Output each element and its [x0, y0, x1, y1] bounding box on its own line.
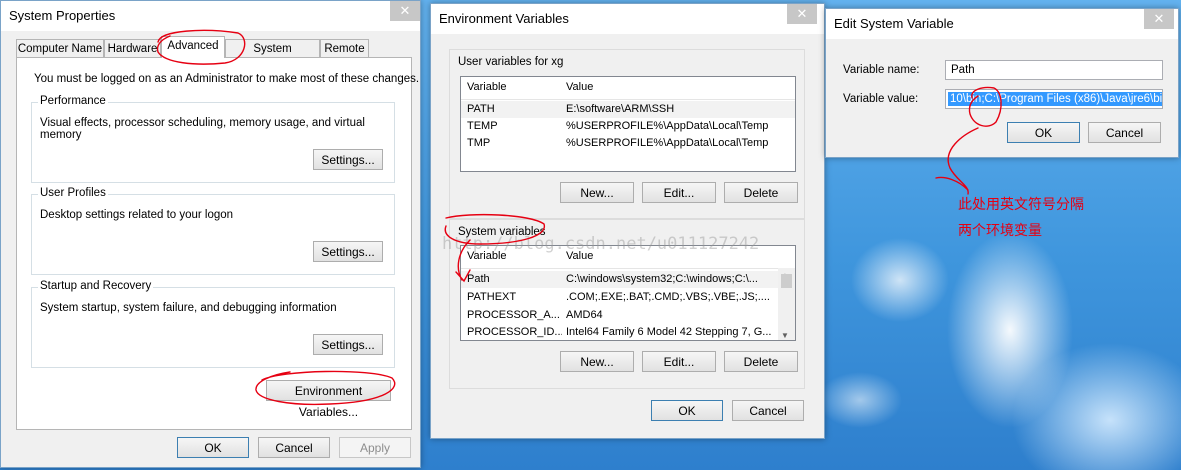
performance-settings-button[interactable]: Settings... — [313, 149, 383, 170]
system-properties-window: System Properties ✕ Computer Name Hardwa… — [0, 0, 421, 468]
apply-button[interactable]: Apply — [339, 437, 411, 458]
table-row[interactable]: TMP %USERPROFILE%\AppData\Local\Temp — [461, 135, 795, 152]
environment-variables-window: Environment Variables ✕ User variables f… — [430, 3, 825, 439]
tab-advanced[interactable]: Advanced — [161, 36, 225, 58]
variable-value: C:\windows\system32;C:\windows;C:\... — [566, 273, 758, 285]
window-title: System Properties — [9, 8, 116, 23]
startup-recovery-settings-button[interactable]: Settings... — [313, 334, 383, 355]
user-variables-group: User variables for xg Variable Value PAT… — [449, 49, 805, 219]
system-new-button[interactable]: New... — [560, 351, 634, 372]
title-bar: System Properties ✕ — [1, 1, 420, 31]
column-header-variable[interactable]: Variable — [467, 81, 507, 93]
variable-value-text: 10\bin;C:\Program Files (x86)\Java\jre6\… — [948, 92, 1162, 106]
variable-name: TEMP — [467, 120, 498, 132]
table-row[interactable]: PATH E:\software\ARM\SSH — [461, 101, 795, 118]
vertical-scrollbar[interactable]: ▲ ▼ — [778, 268, 795, 340]
user-delete-button[interactable]: Delete — [724, 182, 798, 203]
variable-value: .COM;.EXE;.BAT;.CMD;.VBS;.VBE;.JS;.... — [566, 291, 770, 303]
variable-name: TMP — [467, 137, 491, 149]
advanced-tab-panel: You must be logged on as an Administrato… — [16, 57, 419, 430]
user-profiles-settings-button[interactable]: Settings... — [313, 241, 383, 262]
title-bar: Environment Variables ✕ — [431, 4, 824, 34]
system-delete-button[interactable]: Delete — [724, 351, 798, 372]
window-body: Computer Name Hardware Advanced System P… — [1, 31, 420, 467]
window-title: Environment Variables — [439, 11, 569, 26]
variable-name: PROCESSOR_A... — [467, 309, 560, 321]
user-edit-button[interactable]: Edit... — [642, 182, 716, 203]
admin-notice: You must be logged on as an Administrato… — [34, 73, 420, 85]
variable-name: PROCESSOR_ID... — [467, 326, 562, 338]
close-button[interactable]: ✕ — [390, 1, 420, 21]
variable-value-field[interactable]: 10\bin;C:\Program Files (x86)\Java\jre6\… — [945, 89, 1163, 109]
variable-value: E:\software\ARM\SSH — [566, 103, 675, 115]
tab-hardware[interactable]: Hardware — [104, 39, 161, 57]
variable-value: AMD64 — [566, 309, 603, 321]
close-button[interactable]: ✕ — [787, 4, 817, 24]
performance-label: Performance — [38, 95, 108, 107]
tab-system-protection[interactable]: System Protection — [225, 39, 320, 73]
cancel-button[interactable]: Cancel — [258, 437, 330, 458]
scroll-thumb[interactable] — [781, 274, 792, 288]
list-header: Variable Value — [461, 77, 795, 100]
tab-computer-name[interactable]: Computer Name — [16, 39, 104, 57]
table-row[interactable]: PATHEXT .COM;.EXE;.BAT;.CMD;.VBS;.VBE;.J… — [461, 289, 795, 306]
title-bar: Edit System Variable ✕ — [826, 9, 1178, 39]
user-variables-list[interactable]: Variable Value PATH E:\software\ARM\SSH … — [460, 76, 796, 172]
ok-button[interactable]: OK — [1007, 122, 1080, 143]
environment-variables-button[interactable]: Environment Variables... — [266, 380, 391, 419]
variable-name: Path — [467, 273, 490, 285]
performance-description: Visual effects, processor scheduling, me… — [40, 117, 365, 141]
startup-recovery-group: Startup and Recovery System startup, sys… — [31, 280, 395, 368]
variable-value-label: Variable value: — [843, 93, 919, 105]
table-row[interactable]: Path C:\windows\system32;C:\windows;C:\.… — [461, 271, 795, 288]
variable-name-label: Variable name: — [843, 64, 920, 76]
performance-group: Performance Visual effects, processor sc… — [31, 95, 395, 183]
annotation-line-2: 两个环境变量 — [958, 222, 1042, 238]
variable-value: %USERPROFILE%\AppData\Local\Temp — [566, 120, 769, 132]
user-profiles-label: User Profiles — [38, 187, 108, 199]
user-new-button[interactable]: New... — [560, 182, 634, 203]
variable-value: %USERPROFILE%\AppData\Local\Temp — [566, 137, 769, 149]
window-title: Edit System Variable — [834, 16, 954, 31]
watermark: http://blog.csdn.net/u011127242 — [442, 234, 760, 254]
ok-button[interactable]: OK — [177, 437, 249, 458]
scroll-down-icon[interactable]: ▼ — [781, 331, 789, 340]
startup-recovery-description: System startup, system failure, and debu… — [40, 302, 337, 314]
system-edit-button[interactable]: Edit... — [642, 351, 716, 372]
variable-name-field[interactable]: Path — [945, 60, 1163, 80]
startup-recovery-label: Startup and Recovery — [38, 280, 154, 292]
variable-value: Intel64 Family 6 Model 42 Stepping 7, G.… — [566, 326, 771, 338]
variable-name: PATHEXT — [467, 291, 517, 303]
edit-system-variable-window: Edit System Variable ✕ Variable name: Pa… — [825, 8, 1179, 158]
cancel-button[interactable]: Cancel — [732, 400, 804, 421]
tab-remote[interactable]: Remote — [320, 39, 369, 57]
table-row[interactable]: PROCESSOR_ID... Intel64 Family 6 Model 4… — [461, 324, 795, 340]
user-profiles-group: User Profiles Desktop settings related t… — [31, 187, 395, 275]
window-body: Variable name: Path Variable value: 10\b… — [826, 39, 1178, 157]
system-variables-list[interactable]: Variable Value Path C:\windows\system32;… — [460, 245, 796, 341]
close-button[interactable]: ✕ — [1144, 9, 1174, 29]
annotation-line-1: 此处用英文符号分隔 — [958, 196, 1084, 212]
user-variables-label: User variables for xg — [456, 56, 566, 68]
table-row[interactable]: PROCESSOR_A... AMD64 — [461, 307, 795, 324]
table-row[interactable]: TEMP %USERPROFILE%\AppData\Local\Temp — [461, 118, 795, 135]
cancel-button[interactable]: Cancel — [1088, 122, 1161, 143]
user-profiles-description: Desktop settings related to your logon — [40, 209, 234, 221]
ok-button[interactable]: OK — [651, 400, 723, 421]
column-header-value[interactable]: Value — [566, 81, 593, 93]
variable-name: PATH — [467, 103, 495, 115]
